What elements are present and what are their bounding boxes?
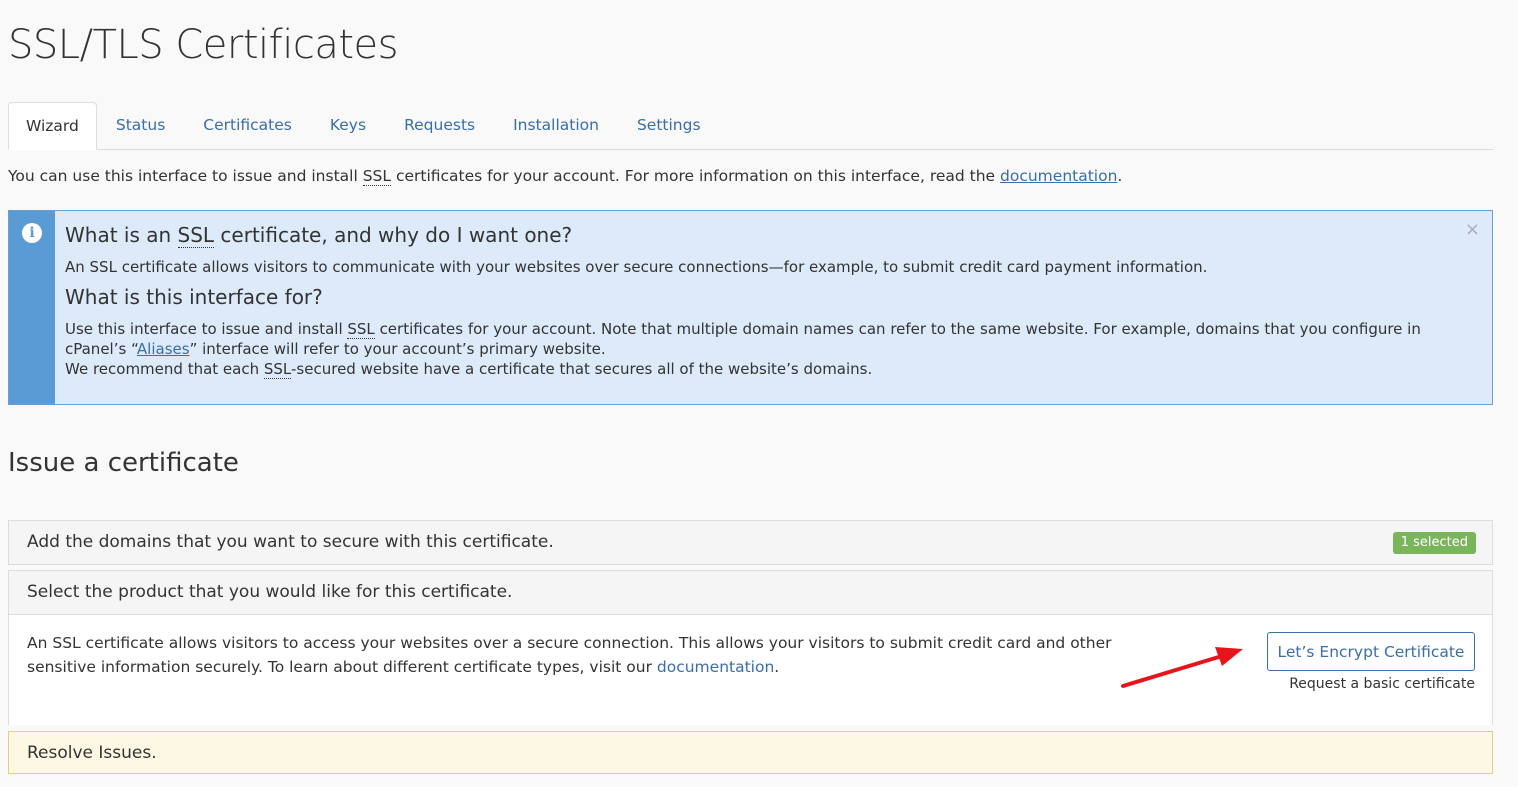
para-part: Use this interface to issue and install xyxy=(65,320,348,338)
product-panel: Select the product that you would like f… xyxy=(8,570,1493,725)
domains-header-text: Add the domains that you want to secure … xyxy=(27,532,554,552)
intro-text: You can use this interface to issue and … xyxy=(8,167,1123,186)
alert-sidebar: i xyxy=(9,211,55,404)
page-title: SSL/TLS Certificates xyxy=(8,22,398,68)
product-text-part: An SSL certificate allows visitors to ac… xyxy=(27,634,1112,676)
info-alert: i × What is an SSL certificate, and why … xyxy=(8,210,1493,405)
intro-text-part: . xyxy=(1117,167,1123,185)
para-part: We recommend that each xyxy=(65,360,264,378)
resolve-issues-panel[interactable]: Resolve Issues. xyxy=(8,731,1493,774)
selected-count-badge: 1 selected xyxy=(1392,532,1476,554)
product-header-text: Select the product that you would like f… xyxy=(27,582,513,602)
info-icon: i xyxy=(22,223,42,243)
ssl-abbr: SSL xyxy=(362,167,392,186)
intro-text-part: You can use this interface to issue and … xyxy=(8,167,363,185)
alert-body: × What is an SSL certificate, and why do… xyxy=(55,211,1492,404)
documentation-link[interactable]: documentation xyxy=(1000,167,1117,185)
lets-encrypt-subtitle: Request a basic certificate xyxy=(1289,676,1475,692)
product-panel-header[interactable]: Select the product that you would like f… xyxy=(9,571,1492,615)
alert-para-interface: Use this interface to issue and install … xyxy=(65,319,1482,359)
product-description: An SSL certificate allows visitors to ac… xyxy=(27,631,1127,679)
product-documentation-link[interactable]: documentation xyxy=(657,658,774,676)
para-part: ” interface will refer to your account’s… xyxy=(189,340,606,358)
heading-part: certificate, and why do I want one? xyxy=(214,223,573,247)
tab-bar: Wizard Status Certificates Keys Requests… xyxy=(8,102,1493,150)
alert-heading-interface: What is this interface for? xyxy=(65,285,323,309)
ssl-abbr: SSL xyxy=(263,360,292,379)
tab-wizard[interactable]: Wizard xyxy=(8,102,97,150)
aliases-link[interactable]: Aliases xyxy=(137,340,190,358)
intro-text-part: certificates for your account. For more … xyxy=(391,167,1001,185)
alert-para-recommend: We recommend that each SSL-secured websi… xyxy=(65,359,1482,379)
product-text-part: . xyxy=(774,658,780,676)
tab-requests[interactable]: Requests xyxy=(385,102,494,148)
ssl-abbr: SSL xyxy=(347,320,375,339)
heading-part: What is an xyxy=(65,223,178,247)
tab-keys[interactable]: Keys xyxy=(311,102,385,148)
issue-certificate-title: Issue a certificate xyxy=(8,448,239,478)
alert-para-ssl: An SSL certificate allows visitors to co… xyxy=(65,258,1208,276)
ssl-abbr: SSL xyxy=(177,223,215,248)
domains-panel-header[interactable]: Add the domains that you want to secure … xyxy=(9,521,1492,564)
lets-encrypt-certificate-button[interactable]: Let’s Encrypt Certificate xyxy=(1267,632,1475,671)
product-panel-content: An SSL certificate allows visitors to ac… xyxy=(9,615,1492,725)
tab-settings[interactable]: Settings xyxy=(618,102,720,148)
resolve-issues-header[interactable]: Resolve Issues. xyxy=(9,732,1492,775)
domains-panel[interactable]: Add the domains that you want to secure … xyxy=(8,520,1493,565)
tab-installation[interactable]: Installation xyxy=(494,102,618,148)
tab-status[interactable]: Status xyxy=(97,102,184,148)
close-icon[interactable]: × xyxy=(1465,219,1480,240)
tab-certificates[interactable]: Certificates xyxy=(184,102,311,148)
para-part: -secured website have a certificate that… xyxy=(291,360,873,378)
alert-heading-ssl: What is an SSL certificate, and why do I… xyxy=(65,223,1482,248)
